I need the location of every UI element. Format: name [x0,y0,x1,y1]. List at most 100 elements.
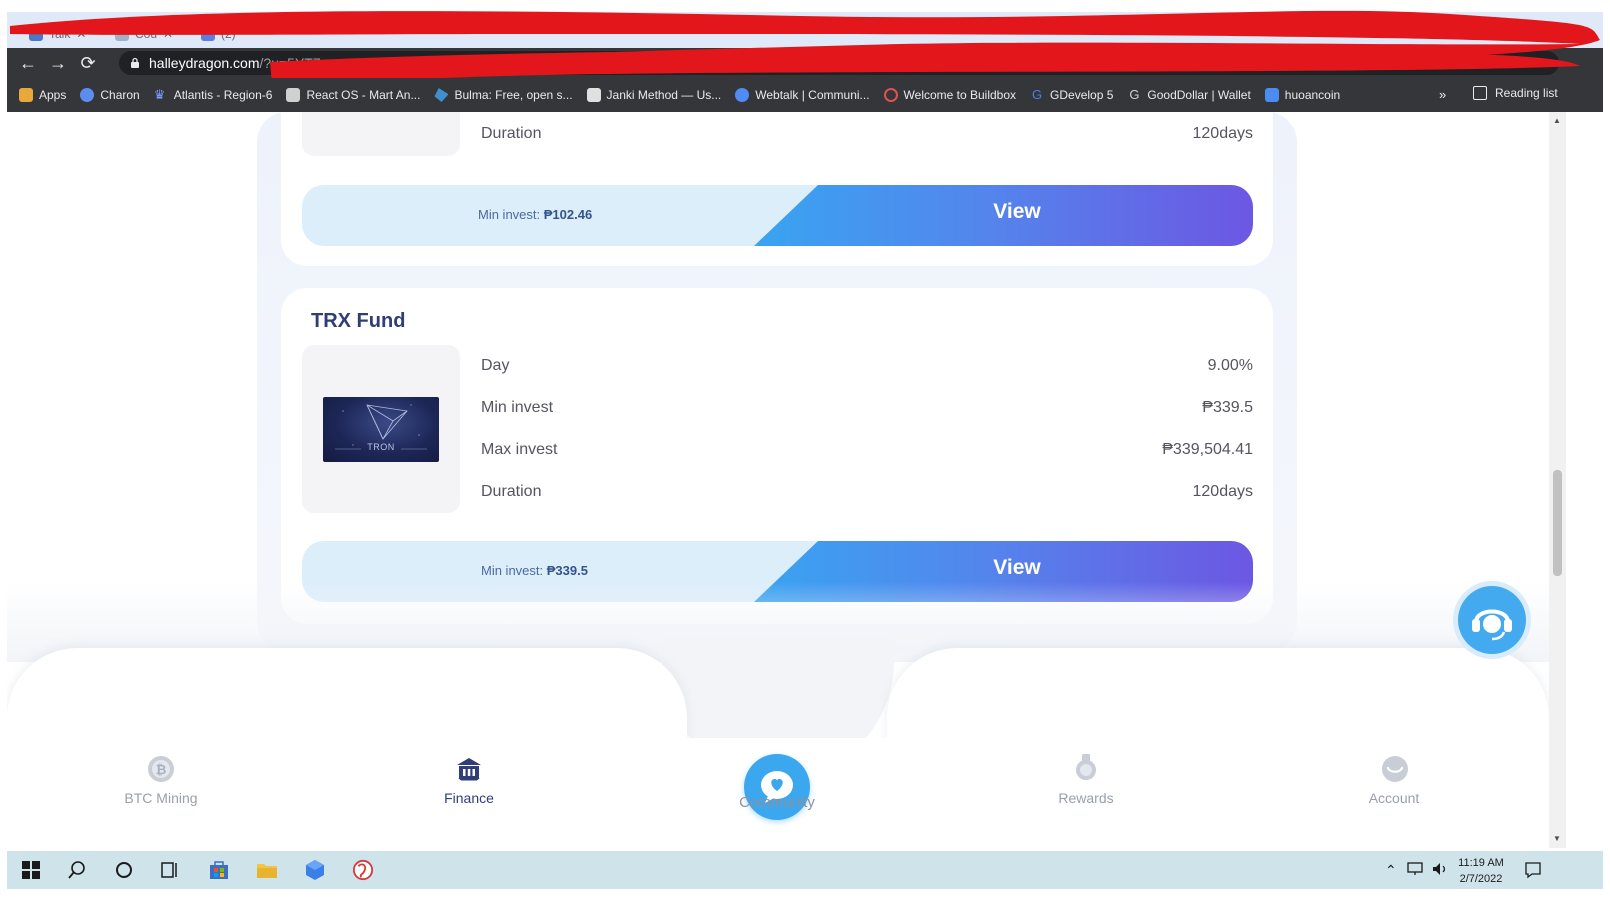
page-scrollbar[interactable]: ▲ ▼ [1549,112,1566,848]
cortana-icon[interactable] [113,859,135,881]
min-invest-label: Min invest: [481,563,544,578]
tab-title: (2) [221,27,236,41]
clock-date: 2/7/2022 [1459,873,1503,885]
bookmark-apps[interactable]: Apps [19,88,66,102]
reading-list-icon [1473,86,1487,100]
bookmark-label: huoancoin [1284,88,1341,102]
min-invest-value: ₱339.5 [546,563,588,578]
bookmark-gooddollar[interactable]: G GoodDollar | Wallet [1127,87,1251,103]
min-invest-value: ₱102.46 [543,207,593,222]
medal-icon [1076,754,1096,780]
search-icon[interactable] [66,859,88,881]
charon-icon [80,88,95,102]
network-icon[interactable] [1407,861,1425,882]
bookmark-atlantis[interactable]: ♛ Atlantis - Region-6 [153,87,273,103]
view-button[interactable]: View [942,200,1092,224]
fund-row-duration: Duration 120days [481,125,1253,143]
account-icon [1382,756,1408,782]
store-icon[interactable] [208,859,230,881]
row-label: Duration [481,483,542,500]
windows-taskbar: ⌃ 11:19 AM 2/7/2022 [7,851,1603,889]
janki-icon [586,88,601,102]
webtalk-icon [735,88,750,102]
back-arrow-icon[interactable]: ← [13,48,43,78]
fund-image-placeholder [302,112,460,156]
bookmark-buildbox[interactable]: Welcome to Buildbox [883,88,1017,102]
bookmark-reactos[interactable]: React OS - Mart An... [286,88,420,102]
bottom-navigation: ₿ BTC Mining Finance Community Rewards A… [7,638,1549,848]
browser-tab-strip: Talk ✕ Cou ✕ (2) [7,12,1603,48]
app-cube-icon[interactable] [304,859,326,881]
tab-favicon-icon [29,27,43,41]
tron-logo-image: TRON [323,397,439,462]
browser-toolbar: ← → ⟳ halleydragon.com /?u=5YT7 [7,48,1603,78]
bookmark-charon[interactable]: Charon [80,88,140,102]
browser-tab[interactable]: (2) [193,20,244,48]
crown-icon: ♛ [153,87,166,102]
notifications-icon[interactable] [1524,861,1542,884]
bookmark-bulma[interactable]: Bulma: Free, open s... [434,88,573,102]
bookmark-label: React OS - Mart An... [306,88,421,102]
reload-icon[interactable]: ⟳ [73,48,103,78]
url-path: /?u=5YT7 [259,55,321,71]
fund-row-duration: Duration 120days [481,483,1253,501]
tray-overflow-icon[interactable]: ⌃ [1385,862,1397,878]
browser-tab[interactable]: Talk ✕ [21,20,94,48]
lock-icon [131,57,139,68]
forward-arrow-icon[interactable]: → [43,48,73,78]
customer-support-button[interactable] [1458,586,1526,654]
scroll-up-arrow-icon[interactable]: ▲ [1553,116,1561,125]
clock[interactable]: 11:19 AM 2/7/2022 [1453,855,1509,887]
bookmark-webtalk[interactable]: Webtalk | Communi... [735,88,870,102]
reading-list-button[interactable]: Reading list [1473,86,1558,100]
clock-time: 11:19 AM [1458,857,1504,869]
huoancoin-icon [1264,88,1279,102]
bookmark-label: GDevelop 5 [1050,88,1114,102]
nav-label: Community [739,794,815,811]
bookmark-label: GoodDollar | Wallet [1147,88,1251,102]
row-label: Day [481,357,510,374]
close-icon[interactable]: ✕ [163,27,173,41]
reading-list-label: Reading list [1495,86,1558,100]
scroll-down-arrow-icon[interactable]: ▼ [1553,834,1561,843]
bitcoin-icon: ₿ [148,756,174,782]
windows-start-icon[interactable] [20,859,42,881]
scrollbar-thumb[interactable] [1553,470,1562,576]
bookmarks-overflow-button[interactable]: » [1439,87,1446,102]
browser-tab[interactable]: Cou ✕ [107,20,181,48]
bookmarks-bar: Apps Charon ♛ Atlantis - Region-6 React … [7,78,1603,112]
svg-text:₿: ₿ [156,763,167,778]
nav-label: Rewards [1058,790,1114,806]
bookmark-janki[interactable]: Janki Method — Us... [586,88,722,102]
tab-favicon-icon [115,27,129,41]
bookmark-label: Bulma: Free, open s... [454,88,573,102]
file-explorer-icon[interactable] [256,859,278,881]
close-icon[interactable]: ✕ [76,27,86,41]
browser-app-icon[interactable] [352,859,374,881]
min-invest-label: Min invest: [478,207,541,222]
bookmark-label: Apps [39,88,67,102]
row-label: Min invest [481,399,554,416]
screen: Talk ✕ Cou ✕ (2) ← → ⟳ halleydragon.com … [0,0,1610,913]
bookmark-label: Welcome to Buildbox [903,88,1017,102]
bookmark-gdevelop[interactable]: G GDevelop 5 [1030,88,1114,103]
task-view-icon[interactable] [159,859,181,881]
buildbox-icon [883,88,898,102]
address-bar[interactable]: halleydragon.com /?u=5YT7 [119,51,1559,75]
fund-row-max-invest: Max invest ₱339,504.41 [481,441,1253,459]
bank-icon [457,758,481,781]
fund-row-day: Day 9.00% [481,357,1253,375]
apps-grid-icon [19,88,33,102]
fund-row-min-invest: Min invest ₱339.5 [481,399,1253,417]
bookmark-label: Janki Method — Us... [606,88,722,102]
fund-card: Duration 120days Min invest: ₱102.46 Vie… [281,112,1273,266]
volume-icon[interactable] [1431,861,1449,882]
gooddollar-icon: G [1129,87,1140,102]
view-button[interactable]: View [942,556,1092,580]
min-invest-text: Min invest: ₱102.46 [478,207,592,222]
bookmark-huoancoin[interactable]: huoancoin [1264,88,1341,102]
reactos-icon [286,88,301,102]
page-viewport: Duration 120days Min invest: ₱102.46 Vie… [7,112,1549,848]
fund-card-trx: TRX Fund TRON Day 9.00% Min invest ₱339.… [281,288,1273,624]
nav-label: BTC Mining [124,790,198,806]
